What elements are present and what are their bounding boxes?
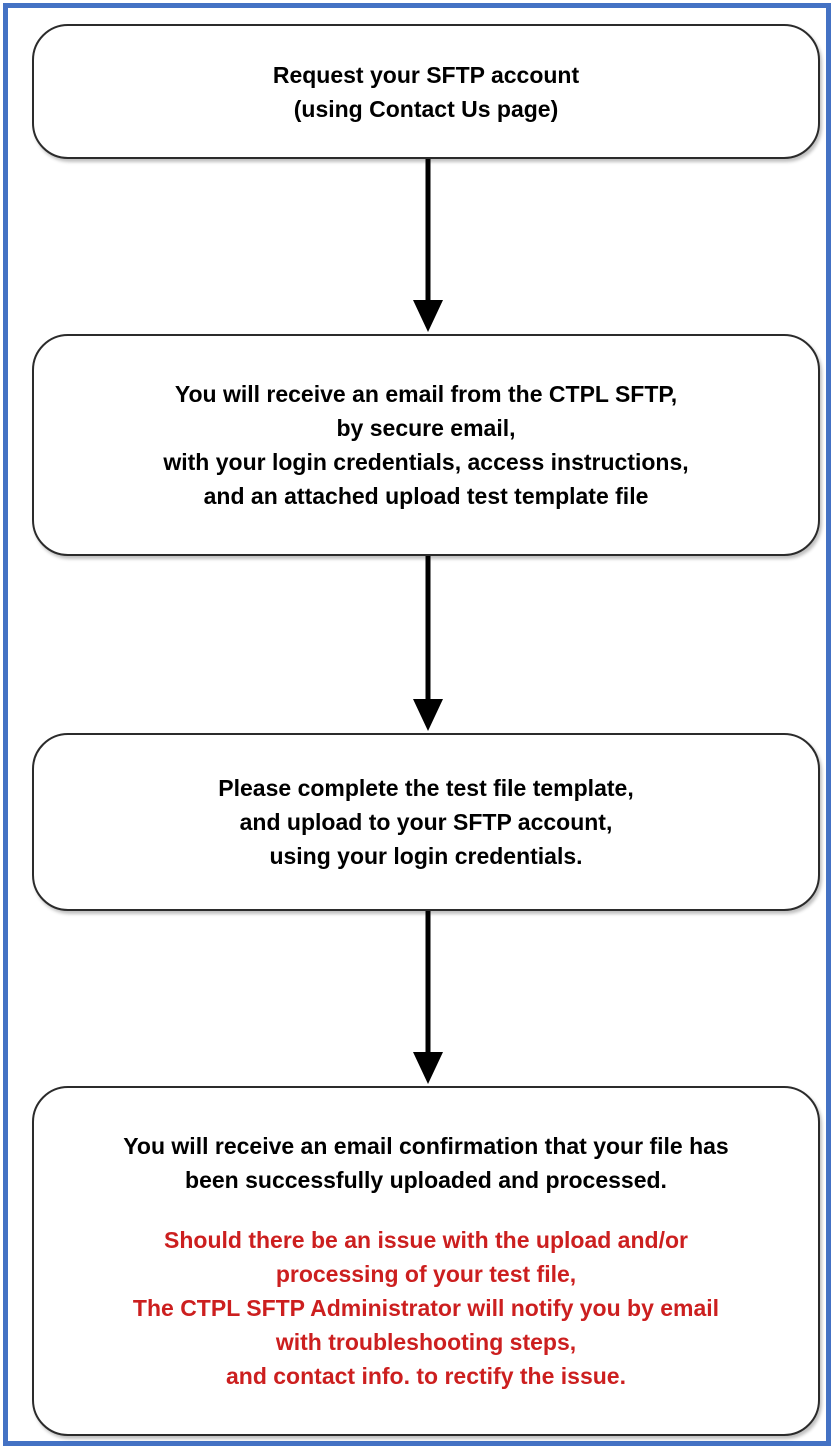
step-text: and an attached upload test template fil…: [203, 483, 649, 509]
warning-text: and contact info. to rectify the issue.: [225, 1363, 626, 1389]
step-text: and upload to your SFTP account,: [239, 809, 613, 835]
warning-text: with troubleshooting steps,: [275, 1329, 577, 1355]
warning-text: Should there be an issue with the upload…: [164, 1227, 688, 1253]
step-text: Please complete the test file template,: [218, 775, 634, 801]
arrow-1: [413, 159, 443, 332]
step-text: using your login credentials.: [269, 843, 583, 869]
step-text: You will receive an email confirmation t…: [123, 1133, 729, 1159]
step-request-account: Request your SFTP account (using Contact…: [32, 24, 820, 159]
arrow-2: [413, 556, 443, 731]
step-text: with your login credentials, access inst…: [163, 449, 689, 475]
step-receive-credentials: You will receive an email from the CTPL …: [32, 334, 820, 556]
warning-text: processing of your test file,: [275, 1261, 577, 1287]
step-text: Request your SFTP account: [272, 61, 580, 88]
step-text: been successfully uploaded and processed…: [185, 1167, 667, 1193]
step-text: (using Contact Us page): [293, 95, 559, 122]
step-upload-test-file: Please complete the test file template, …: [32, 733, 820, 911]
arrow-3: [413, 911, 443, 1084]
step-text: You will receive an email from the CTPL …: [174, 381, 678, 407]
step-confirmation: You will receive an email confirmation t…: [32, 1086, 820, 1436]
warning-text: The CTPL SFTP Administrator will notify …: [132, 1295, 720, 1321]
step-text: by secure email,: [336, 415, 516, 441]
